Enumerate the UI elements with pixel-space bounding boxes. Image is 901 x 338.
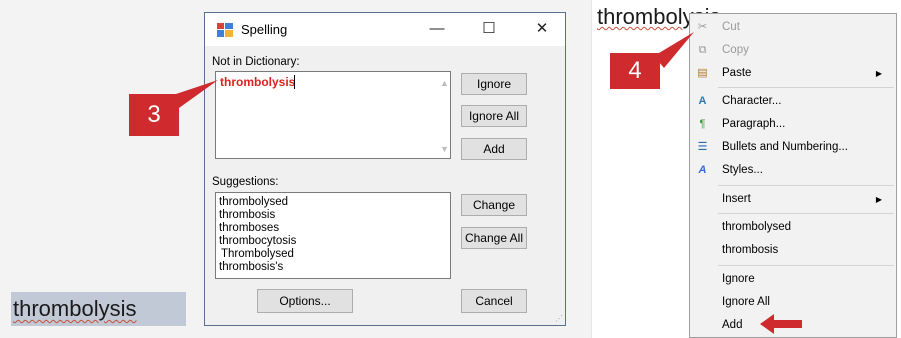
menu-item-suggestion[interactable]: thrombosis (690, 239, 896, 262)
suggestion-item[interactable]: thromboses (219, 222, 279, 235)
menu-item-bullets[interactable]: ☰ Bullets and Numbering... (690, 136, 896, 159)
add-button[interactable]: Add (461, 138, 527, 160)
suggestions-list[interactable]: thrombolysed thrombosis thromboses throm… (215, 192, 451, 279)
suggestion-item[interactable]: thrombocytosis (219, 235, 296, 248)
suggestions-label: Suggestions: (212, 176, 279, 188)
maximize-icon[interactable]: ☐ (479, 19, 499, 39)
menu-separator (718, 265, 894, 266)
menu-item-cut[interactable]: ✂ Cut (690, 16, 896, 39)
not-in-dictionary-box[interactable]: thrombolysis ▲ ▼ (215, 71, 451, 159)
spelling-dialog: Spelling — ☐ ✕ Not in Dictionary: thromb… (204, 12, 566, 326)
menu-item-ignore[interactable]: Ignore (690, 268, 896, 291)
submenu-arrow-icon: ▶ (875, 69, 882, 78)
menu-item-styles[interactable]: A Styles... (690, 159, 896, 182)
ignore-button[interactable]: Ignore (461, 73, 527, 95)
minimize-icon[interactable]: — (427, 19, 447, 39)
callout-badge-4: 4 (610, 53, 660, 89)
scroll-up-icon[interactable]: ▲ (440, 78, 449, 88)
menu-separator (718, 213, 894, 214)
menu-separator (718, 185, 894, 186)
misspelled-word: thrombolysis (220, 75, 296, 89)
suggestion-item[interactable]: thrombosis (219, 209, 275, 222)
context-menu: ✂ Cut ⧉ Copy ▤ Paste ▶ A Character... ¶ … (689, 13, 897, 338)
pointer-arrow-icon (760, 314, 802, 334)
dialog-titlebar[interactable]: Spelling — ☐ ✕ (205, 13, 565, 46)
spelling-app-icon (217, 23, 233, 37)
menu-item-ignore-all[interactable]: Ignore All (690, 291, 896, 314)
change-all-button[interactable]: Change All (461, 227, 527, 249)
paragraph-icon: ¶ (699, 118, 706, 130)
callout-pointer-3 (176, 80, 218, 108)
ignore-all-button[interactable]: Ignore All (461, 105, 527, 127)
menu-item-copy[interactable]: ⧉ Copy (690, 39, 896, 62)
suggestion-item[interactable]: Thrombolysed (221, 248, 294, 261)
text-caret (294, 75, 295, 89)
selected-document-word[interactable]: thrombolysis (11, 292, 186, 326)
callout-pointer-4 (654, 32, 694, 68)
styles-icon: A (698, 164, 707, 176)
not-in-dictionary-label: Not in Dictionary: (212, 56, 300, 68)
submenu-arrow-icon: ▶ (875, 195, 882, 204)
menu-item-paste[interactable]: ▤ Paste ▶ (690, 62, 896, 85)
options-button[interactable]: Options... (257, 289, 353, 313)
menu-item-character[interactable]: A Character... (690, 90, 896, 113)
close-icon[interactable]: ✕ (532, 19, 552, 39)
menu-item-suggestion[interactable]: thrombolysed (690, 216, 896, 239)
callout-badge-3: 3 (129, 94, 179, 136)
list-icon: ☰ (697, 141, 708, 153)
cancel-button[interactable]: Cancel (461, 289, 527, 313)
right-document-area: thrombolysis ✂ Cut ⧉ Copy ▤ Paste ▶ A Ch… (591, 0, 901, 338)
menu-item-insert[interactable]: Insert ▶ (690, 188, 896, 211)
menu-item-paragraph[interactable]: ¶ Paragraph... (690, 113, 896, 136)
font-icon: A (698, 95, 707, 107)
suggestion-item[interactable]: thrombolysed (219, 196, 288, 209)
change-button[interactable]: Change (461, 194, 527, 216)
menu-separator (718, 87, 894, 88)
suggestion-item[interactable]: thrombosis's (219, 261, 283, 274)
resize-grip-icon[interactable]: ⋰ (555, 314, 563, 323)
dialog-title: Spelling (241, 22, 288, 37)
scroll-down-icon[interactable]: ▼ (440, 144, 449, 154)
